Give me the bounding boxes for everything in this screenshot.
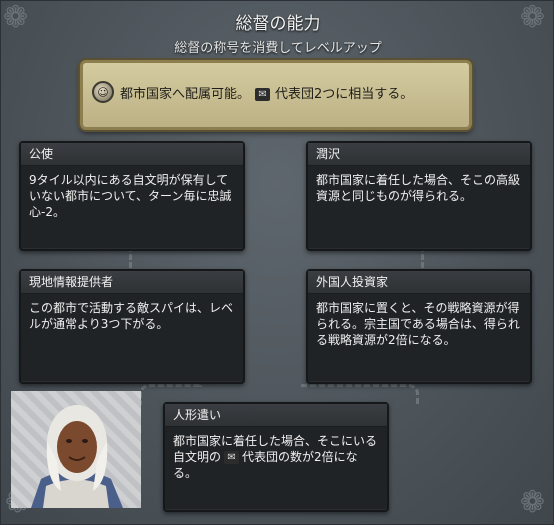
ability-card-local-informant[interactable]: 現地情報提供者 この都市で活動する敵スパイは、レベルが通常より3つ下がる。 [19,269,245,384]
delegate-icon: ✉ [255,87,271,101]
ability-card-puppeteer[interactable]: 人形遣い 都市国家に着任した場合、そこにいる自文明の ✉ 代表団の数が2倍になる。 [163,402,389,512]
page-subtitle: 総督の称号を消費してレベルアップ [174,41,382,56]
ability-title: 人形遣い [165,404,387,427]
governor-portrait-image [31,405,123,508]
page-title: 総督の能力 [235,14,321,34]
ability-card-envoy[interactable]: 公使 9タイル以内にある自文明が保有していない都市について、ターン毎に忠誠心-2… [19,141,245,251]
base-ability-text: 都市国家へ配属可能。 ✉ 代表団2つに相当する。 [120,86,414,102]
ability-card-foreign-investor[interactable]: 外国人投資家 都市国家に置くと、その戦略資源が得られる。宗主国である場合は、得ら… [306,269,532,384]
ability-title: 公使 [21,143,243,166]
ability-description: この都市で活動する敵スパイは、レベルが通常より3つ下がる。 [21,294,243,381]
ability-title: 潤沢 [308,143,530,166]
ability-title: 現地情報提供者 [21,271,243,294]
ability-card-abundance[interactable]: 潤沢 都市国家に着任した場合、そこの高級資源と同じものが得られる。 [306,141,532,251]
governor-portrait-icon: ☺ [92,81,114,103]
base-ability-banner[interactable]: ☺ 都市国家へ配属可能。 ✉ 代表団2つに相当する。 [80,60,472,130]
corner-ornament-icon: ❁ [519,485,545,520]
governor-abilities-panel: ❁ ❁ ❁ ❁ 総督の能力 総督の称号を消費してレベルアップ ☺ 都市国家へ配属… [0,0,554,525]
ability-description: 9タイル以内にある自文明が保有していない都市について、ターン毎に忠誠心-2。 [21,166,243,248]
delegate-icon: ✉ [224,451,240,464]
governor-portrait [11,391,141,508]
ability-description: 都市国家に着任した場合、そこの高級資源と同じものが得られる。 [308,166,530,248]
ability-title: 外国人投資家 [308,271,530,294]
ability-description: 都市国家に置くと、その戦略資源が得られる。宗主国である場合は、得られる戦略資源が… [308,294,530,381]
ability-description: 都市国家に着任した場合、そこにいる自文明の ✉ 代表団の数が2倍になる。 [165,427,387,509]
